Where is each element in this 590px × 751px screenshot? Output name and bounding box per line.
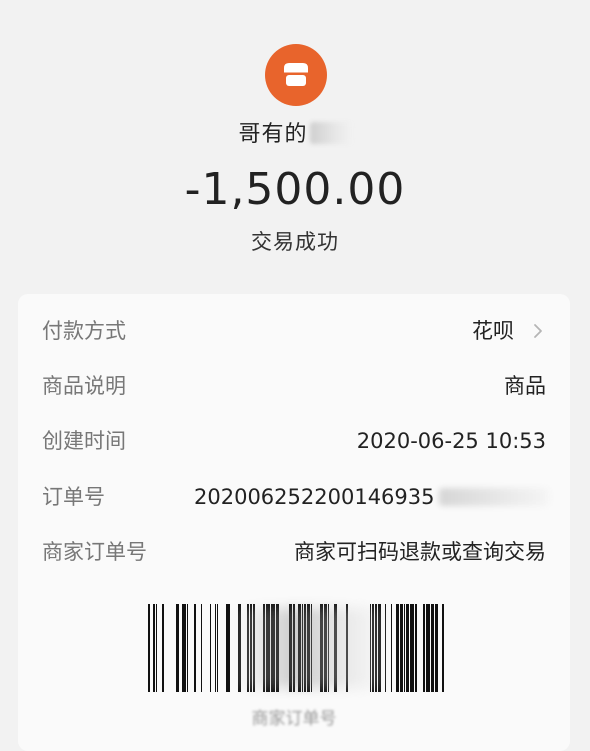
transaction-amount: -1,500.00 (184, 164, 406, 215)
store-icon (284, 63, 308, 86)
order-no-label: 订单号 (42, 485, 105, 509)
redacted-merchant-name (309, 122, 352, 144)
merchant-order-no-label: 商家订单号 (42, 540, 147, 564)
barcode-caption: 商家订单号 (251, 709, 337, 729)
transaction-details-card: 付款方式 花呗 商品说明 商品 创建时间 2020-06-25 10:53 订单… (18, 294, 570, 751)
payment-method-row[interactable]: 付款方式 花呗 (42, 311, 546, 351)
merchant-order-no-value: 商家可扫码退款或查询交易 (294, 540, 546, 564)
redacted-barcode (238, 608, 388, 688)
product-desc-row: 商品说明 商品 (42, 366, 546, 406)
transaction-status: 交易成功 (251, 230, 339, 254)
created-time-row: 创建时间 2020-06-25 10:53 (42, 421, 546, 461)
order-no-row: 订单号 20200625220014693​5 (42, 477, 549, 517)
order-no-value: 20200625220014693​5 (194, 477, 549, 517)
shop-avatar[interactable] (265, 44, 327, 106)
barcode[interactable] (148, 604, 444, 692)
transaction-header: 哥有的 -1,500.00 交易成功 (0, 0, 590, 295)
created-time-value: 2020-06-25 10:53 (356, 429, 546, 453)
redacted-order-no (438, 488, 549, 506)
chevron-right-icon (534, 324, 542, 338)
payment-method-label: 付款方式 (42, 319, 126, 343)
merchant-name: 哥有的 (0, 116, 590, 148)
product-desc-value: 商品 (504, 374, 546, 398)
product-desc-label: 商品说明 (42, 374, 126, 398)
merchant-order-no-row: 商家订单号 商家可扫码退款或查询交易 (42, 532, 546, 572)
payment-method-value: 花呗 (472, 319, 514, 343)
created-time-label: 创建时间 (42, 429, 126, 453)
